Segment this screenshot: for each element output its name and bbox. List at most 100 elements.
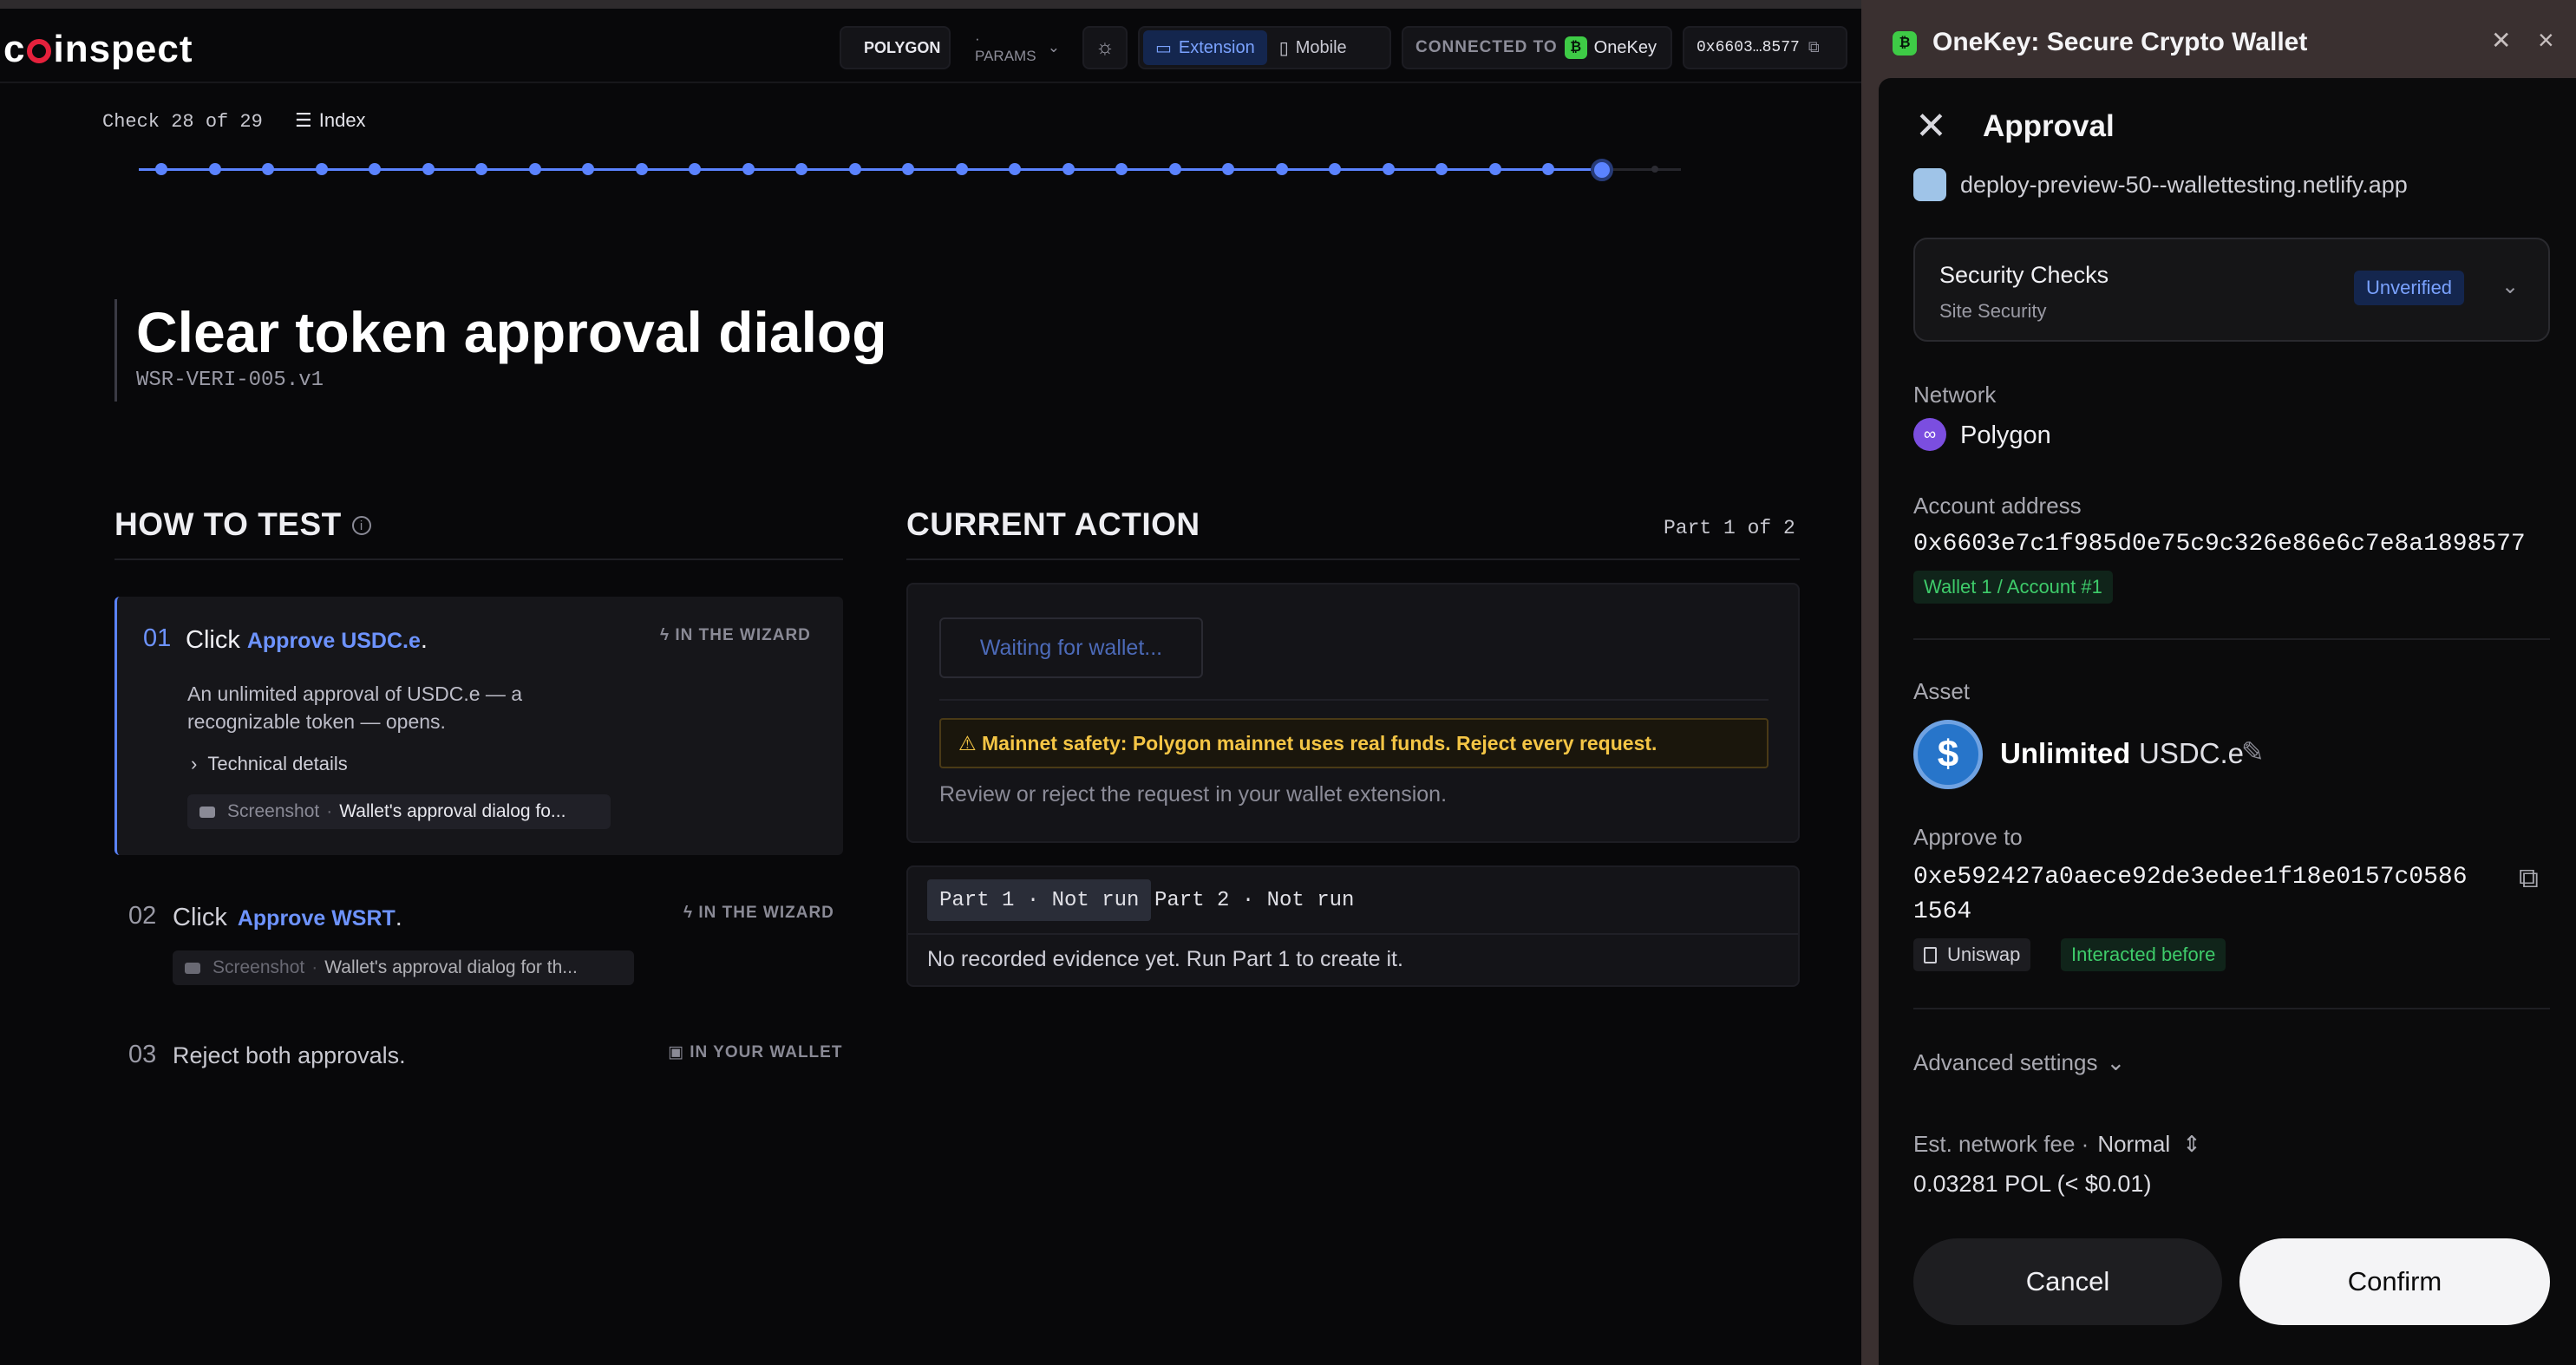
polygon-icon: ∞ [1913, 418, 1946, 451]
check-counter: Check 28 of 29 [102, 111, 263, 133]
unverified-badge: Unverified [2354, 271, 2465, 305]
progress-step[interactable] [1168, 163, 1181, 175]
check-progress-track [139, 156, 1717, 182]
external-link-icon[interactable]: ⧉ [2519, 862, 2539, 895]
connected-wallet-indicator[interactable]: CONNECTED TO ₿ OneKey [1402, 26, 1672, 69]
progress-step[interactable] [848, 163, 861, 175]
progress-step[interactable] [1435, 163, 1448, 175]
advanced-settings-label: Advanced settings [1913, 1049, 2098, 1075]
confirm-button[interactable]: Confirm [2239, 1238, 2550, 1325]
step-location-tag: ϟ IN THE WIZARD [660, 626, 811, 645]
progress-step[interactable] [1651, 166, 1658, 173]
account-address-short: 0x6603…8577 [1697, 39, 1800, 56]
approval-title: Approval [1983, 109, 2115, 143]
progress-step[interactable] [1009, 163, 1021, 175]
progress-step[interactable] [1488, 163, 1501, 175]
progress-step[interactable] [955, 163, 968, 175]
tab-part-2[interactable]: Part 2 · Not run [1142, 879, 1366, 921]
theme-toggle-button[interactable]: ☼ [1082, 26, 1128, 69]
progress-step[interactable] [1275, 163, 1288, 175]
screenshot-chip[interactable]: Screenshot · Wallet's approval dialog fo… [173, 950, 634, 985]
fee-label: Est. network fee · [1913, 1131, 2089, 1157]
progress-step-current[interactable] [1590, 159, 1613, 181]
progress-step[interactable] [262, 163, 274, 175]
window-top-strip [0, 0, 1861, 9]
progress-line-remaining [1601, 168, 1681, 171]
mode-extension-button[interactable]: ▭ Extension [1143, 30, 1267, 65]
progress-step[interactable] [689, 163, 701, 175]
chevron-down-icon[interactable]: ⌄ [2501, 274, 2519, 299]
screenshot-chip[interactable]: Screenshot · Wallet's approval dialog fo… [187, 794, 611, 829]
camera-icon [199, 806, 215, 818]
evidence-status: No recorded evidence yet. Run Part 1 to … [927, 947, 1403, 971]
spender-name: Uniswap [1947, 944, 2021, 965]
progress-step[interactable] [1222, 163, 1234, 175]
sun-icon: ☼ [1095, 36, 1115, 59]
network-fee-selector[interactable]: Est. network fee · Normal ⇕ [1913, 1131, 2201, 1158]
tab-part-1[interactable]: Part 1 · Not run [927, 879, 1152, 921]
info-icon[interactable]: i [351, 516, 371, 535]
cancel-button[interactable]: Cancel [1913, 1238, 2222, 1325]
progress-step[interactable] [369, 163, 381, 175]
progress-step[interactable] [1542, 163, 1554, 175]
screenshot-label: Screenshot [227, 801, 320, 821]
advanced-settings-toggle[interactable]: Advanced settings ⌄ [1913, 1049, 2125, 1076]
progress-step[interactable] [1062, 163, 1075, 175]
progress-step[interactable] [902, 163, 914, 175]
onekey-logo-icon: ₿ [1893, 31, 1917, 56]
progress-step[interactable] [422, 163, 435, 175]
approve-wsrt-link[interactable]: Approve WSRT [238, 906, 396, 931]
copy-icon[interactable]: ⧉ [1808, 39, 1820, 57]
coinspect-logo[interactable]: c inspect [3, 28, 193, 71]
onekey-logo-icon: ₿ [1564, 36, 1587, 59]
screenshot-label: Screenshot [212, 957, 305, 977]
step-verb: Click [186, 626, 240, 654]
params-dropdown[interactable]: · PARAMS ⌄ [961, 26, 1074, 69]
step-number: 03 [128, 1041, 157, 1068]
progress-step[interactable] [208, 163, 221, 175]
chevron-down-icon: ⌄ [2106, 1049, 2126, 1075]
separator: · [326, 801, 333, 821]
step-instruction: Click Approve USDC.e. [186, 626, 428, 655]
screenshot-value: Wallet's approval dialog fo... [339, 801, 566, 821]
step-suffix: . [420, 626, 428, 654]
account-address-pill[interactable]: 0x6603…8577 ⧉ [1683, 26, 1847, 69]
wallet-title-bar: ₿ OneKey: Secure Crypto Wallet ✕ × [1861, 0, 2576, 78]
mode-mobile-label: Mobile [1295, 37, 1347, 57]
progress-step[interactable] [582, 163, 594, 175]
technical-details-toggle[interactable]: › Technical details [191, 753, 348, 775]
progress-step[interactable] [1329, 163, 1341, 175]
step-location-label: IN THE WIZARD [675, 626, 811, 644]
progress-step[interactable] [1115, 163, 1128, 175]
list-icon: ☰ [295, 109, 312, 131]
index-link[interactable]: ☰ Index [295, 109, 366, 132]
approve-usdce-link[interactable]: Approve USDC.e [247, 629, 421, 653]
divider [939, 699, 1769, 701]
progress-step[interactable] [795, 163, 807, 175]
wallet-window-title: OneKey: Secure Crypto Wallet [1932, 28, 2308, 56]
divider [1913, 638, 2550, 640]
progress-step[interactable] [315, 163, 328, 175]
step-instruction: Reject both approvals. [173, 1042, 406, 1068]
close-icon[interactable]: × [2538, 24, 2554, 56]
waiting-for-wallet-button[interactable]: Waiting for wallet... [939, 617, 1203, 678]
progress-step[interactable] [475, 163, 487, 175]
step-location-label: IN YOUR WALLET [690, 1043, 843, 1061]
step-location-label: IN THE WIZARD [698, 904, 834, 922]
progress-step[interactable] [155, 163, 167, 175]
network-selector[interactable]: POLYGON [840, 26, 951, 69]
divider [1913, 1008, 2550, 1009]
progress-step[interactable] [635, 163, 648, 175]
security-checks-card[interactable]: Security Checks Site Security Unverified… [1913, 238, 2550, 342]
progress-step[interactable] [1382, 163, 1395, 175]
progress-step[interactable] [742, 163, 755, 175]
approval-amount: Unlimited [2000, 737, 2131, 769]
network-label: POLYGON [864, 38, 941, 56]
unpin-icon[interactable]: ✕ [2491, 26, 2511, 55]
close-icon[interactable]: ✕ [1915, 104, 1947, 148]
mode-mobile-button[interactable]: ▯ Mobile [1267, 30, 1359, 65]
chevron-right-icon: › [191, 753, 198, 774]
edit-pencil-icon[interactable]: ✎ [2241, 735, 2265, 768]
progress-step[interactable] [528, 163, 541, 175]
screenshot-value: Wallet's approval dialog for th... [324, 957, 578, 977]
